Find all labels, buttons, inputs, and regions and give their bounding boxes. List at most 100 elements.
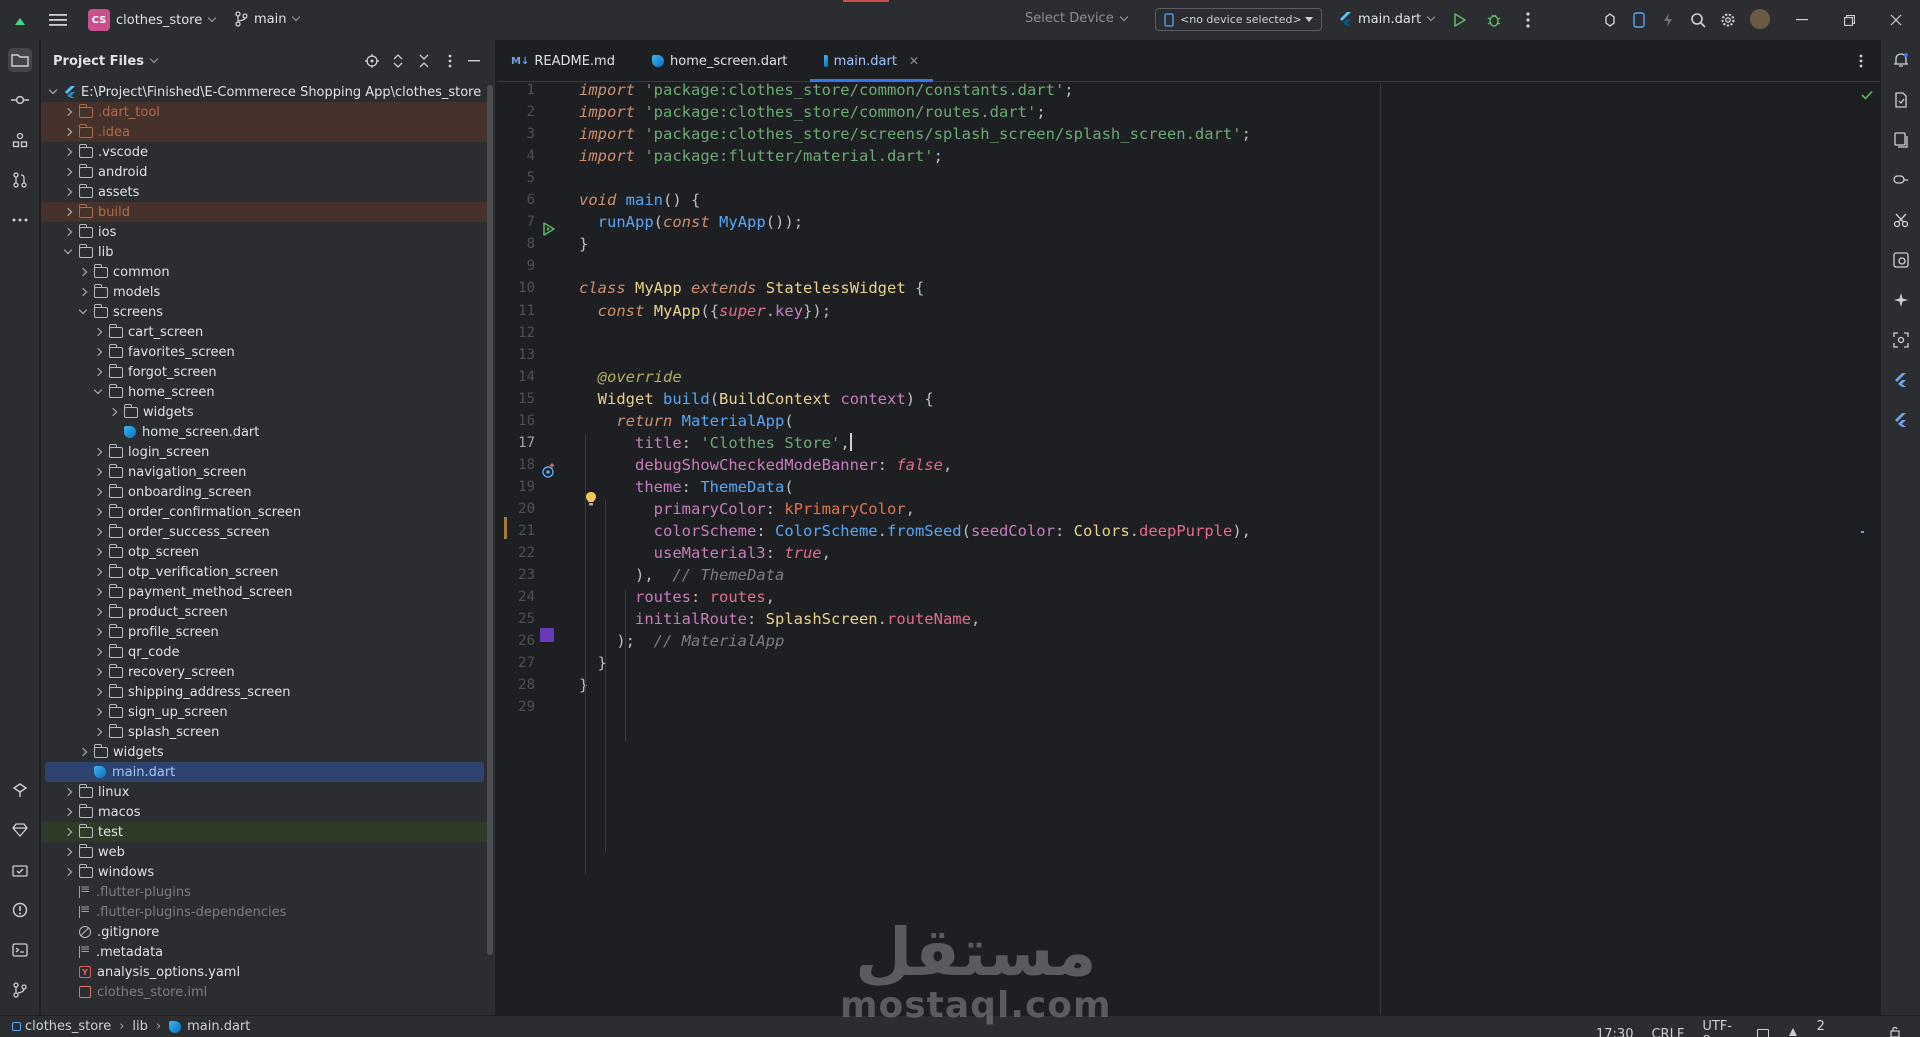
tree-item-test[interactable]: test xyxy=(41,822,490,842)
tree-item-sign-up-screen[interactable]: sign_up_screen xyxy=(41,702,490,722)
code-line[interactable]: } xyxy=(579,231,588,258)
chevron-right-icon[interactable] xyxy=(91,502,105,522)
screenshot-icon[interactable] xyxy=(1889,328,1913,352)
chevron-right-icon[interactable] xyxy=(61,142,75,162)
code-line[interactable]: } xyxy=(579,672,588,699)
chevron-right-icon[interactable] xyxy=(91,342,105,362)
tree-item-favorites-screen[interactable]: favorites_screen xyxy=(41,342,490,362)
device-manager-icon[interactable] xyxy=(1629,10,1649,30)
close-tab-icon[interactable]: ✕ xyxy=(909,54,919,68)
commit-icon[interactable] xyxy=(8,88,32,112)
notifications-bell-icon[interactable] xyxy=(1889,48,1913,72)
maximize-icon[interactable] xyxy=(1837,10,1861,30)
tree-item-analysis-options-yaml[interactable]: Yanalysis_options.yaml xyxy=(41,962,490,982)
code-line[interactable]: runApp(const MyApp()); xyxy=(579,209,803,236)
lock-icon[interactable] xyxy=(1890,1026,1902,1037)
tree-item-models[interactable]: models xyxy=(41,282,490,302)
tree-item-otp-screen[interactable]: otp_screen xyxy=(41,542,490,562)
app-inspection-icon[interactable] xyxy=(8,858,32,882)
more-actions-icon[interactable] xyxy=(1518,10,1538,30)
tree-item-onboarding-screen[interactable]: onboarding_screen xyxy=(41,482,490,502)
tree-item-main-dart[interactable]: main.dart xyxy=(45,762,484,782)
tree-item-web[interactable]: web xyxy=(41,842,490,862)
tree-item-payment-method-screen[interactable]: payment_method_screen xyxy=(41,582,490,602)
chevron-right-icon[interactable] xyxy=(61,182,75,202)
tree-item-home-screen[interactable]: home_screen xyxy=(41,382,490,402)
code-line[interactable]: import 'package:flutter/material.dart'; xyxy=(579,143,943,170)
minimize-icon[interactable] xyxy=(1790,10,1814,30)
tab-options-icon[interactable] xyxy=(1852,52,1870,70)
branch-switcher[interactable]: main xyxy=(234,11,301,27)
tree-item-recovery-screen[interactable]: recovery_screen xyxy=(41,662,490,682)
terminal-icon[interactable] xyxy=(8,938,32,962)
services-gem-icon[interactable] xyxy=(8,818,32,842)
bug-report-icon[interactable] xyxy=(1600,10,1620,30)
tree-item-gitignore[interactable]: .gitignore xyxy=(41,922,490,942)
tree-item-linux[interactable]: linux xyxy=(41,782,490,802)
tree-item-navigation-screen[interactable]: navigation_screen xyxy=(41,462,490,482)
tree-item-order-confirmation-screen[interactable]: order_confirmation_screen xyxy=(41,502,490,522)
chevron-right-icon[interactable] xyxy=(91,522,105,542)
tree-item-android[interactable]: android xyxy=(41,162,490,182)
breadcrumb-lib[interactable]: lib xyxy=(132,1019,147,1034)
tab-home-screen[interactable]: home_screen.dart xyxy=(630,40,810,82)
tab-readme[interactable]: M↓ README.md xyxy=(497,40,630,82)
hide-panel-icon[interactable] xyxy=(465,52,483,70)
flutter-performance-icon[interactable] xyxy=(1889,408,1913,432)
gradle-icon[interactable] xyxy=(1889,88,1913,112)
tree-item-screens[interactable]: screens xyxy=(41,302,490,322)
select-device[interactable]: Select Device xyxy=(1025,11,1128,26)
chevron-right-icon[interactable] xyxy=(106,402,120,422)
chevron-right-icon[interactable] xyxy=(91,602,105,622)
power-save-icon[interactable] xyxy=(1787,1026,1799,1037)
tree-item-windows[interactable]: windows xyxy=(41,862,490,882)
breadcrumb-project[interactable]: clothes_store xyxy=(25,1019,111,1034)
chevron-right-icon[interactable] xyxy=(76,262,90,282)
code-editor[interactable]: 1 2 3 4 5 6 7 8 9 10 11 12 13 14 15 16 17 18 19 20 21 22 23 24 2… xyxy=(497,81,1880,1015)
project-tool-folder-icon[interactable] xyxy=(8,48,32,72)
project-scrollbar[interactable] xyxy=(487,85,493,955)
search-icon[interactable] xyxy=(1688,10,1708,30)
running-devices-icon[interactable] xyxy=(1889,168,1913,192)
chevron-down-icon[interactable] xyxy=(91,382,105,402)
chevron-right-icon[interactable] xyxy=(91,722,105,742)
chevron-right-icon[interactable] xyxy=(76,282,90,302)
tree-item-macos[interactable]: macos xyxy=(41,802,490,822)
tree-item-dart-tool[interactable]: .dart_tool xyxy=(41,102,490,122)
tree-item-flutter-plugins[interactable]: .flutter-plugins xyxy=(41,882,490,902)
main-menu-icon[interactable] xyxy=(48,10,68,30)
tree-item-shipping-address-screen[interactable]: shipping_address_screen xyxy=(41,682,490,702)
settings-gear-icon[interactable] xyxy=(1718,10,1738,30)
chevron-right-icon[interactable] xyxy=(91,322,105,342)
chevron-right-icon[interactable] xyxy=(61,862,75,882)
project-switcher[interactable]: CS clothes_store xyxy=(88,9,217,31)
chevron-right-icon[interactable] xyxy=(61,122,75,142)
chevron-right-icon[interactable] xyxy=(61,162,75,182)
chevron-right-icon[interactable] xyxy=(91,442,105,462)
tree-item-splash-screen[interactable]: splash_screen xyxy=(41,722,490,742)
tree-item-home-screen-dart[interactable]: home_screen.dart xyxy=(41,422,490,442)
tree-item-widgets[interactable]: widgets xyxy=(41,402,490,422)
chevron-right-icon[interactable] xyxy=(61,782,75,802)
chevron-right-icon[interactable] xyxy=(91,482,105,502)
flutter-inspector-icon[interactable] xyxy=(1889,368,1913,392)
tree-item-metadata[interactable]: .metadata xyxy=(41,942,490,962)
chevron-right-icon[interactable] xyxy=(91,682,105,702)
chevron-right-icon[interactable] xyxy=(91,582,105,602)
avatar[interactable] xyxy=(1750,9,1770,29)
debug-icon[interactable] xyxy=(1484,10,1504,30)
run-config-selector[interactable]: main.dart xyxy=(1339,11,1436,27)
device-dropdown[interactable]: <no device selected> xyxy=(1155,8,1322,31)
tree-item-common[interactable]: common xyxy=(41,262,490,282)
override-gutter-icon[interactable] xyxy=(541,463,557,479)
chevron-down-icon[interactable] xyxy=(46,82,60,102)
code-line[interactable]: ); // MaterialApp xyxy=(579,628,784,655)
chevron-right-icon[interactable] xyxy=(91,642,105,662)
tree-item-forgot-screen[interactable]: forgot_screen xyxy=(41,362,490,382)
ai-assistant-sparkle-icon[interactable] xyxy=(1889,288,1913,312)
tree-item-ios[interactable]: ios xyxy=(41,222,490,242)
tree-item-flutter-plugins-dependencies[interactable]: .flutter-plugins-dependencies xyxy=(41,902,490,922)
caret-position[interactable]: 17:30 xyxy=(1596,1027,1633,1037)
chevron-right-icon[interactable] xyxy=(91,562,105,582)
intention-bulb-icon[interactable] xyxy=(585,491,599,507)
